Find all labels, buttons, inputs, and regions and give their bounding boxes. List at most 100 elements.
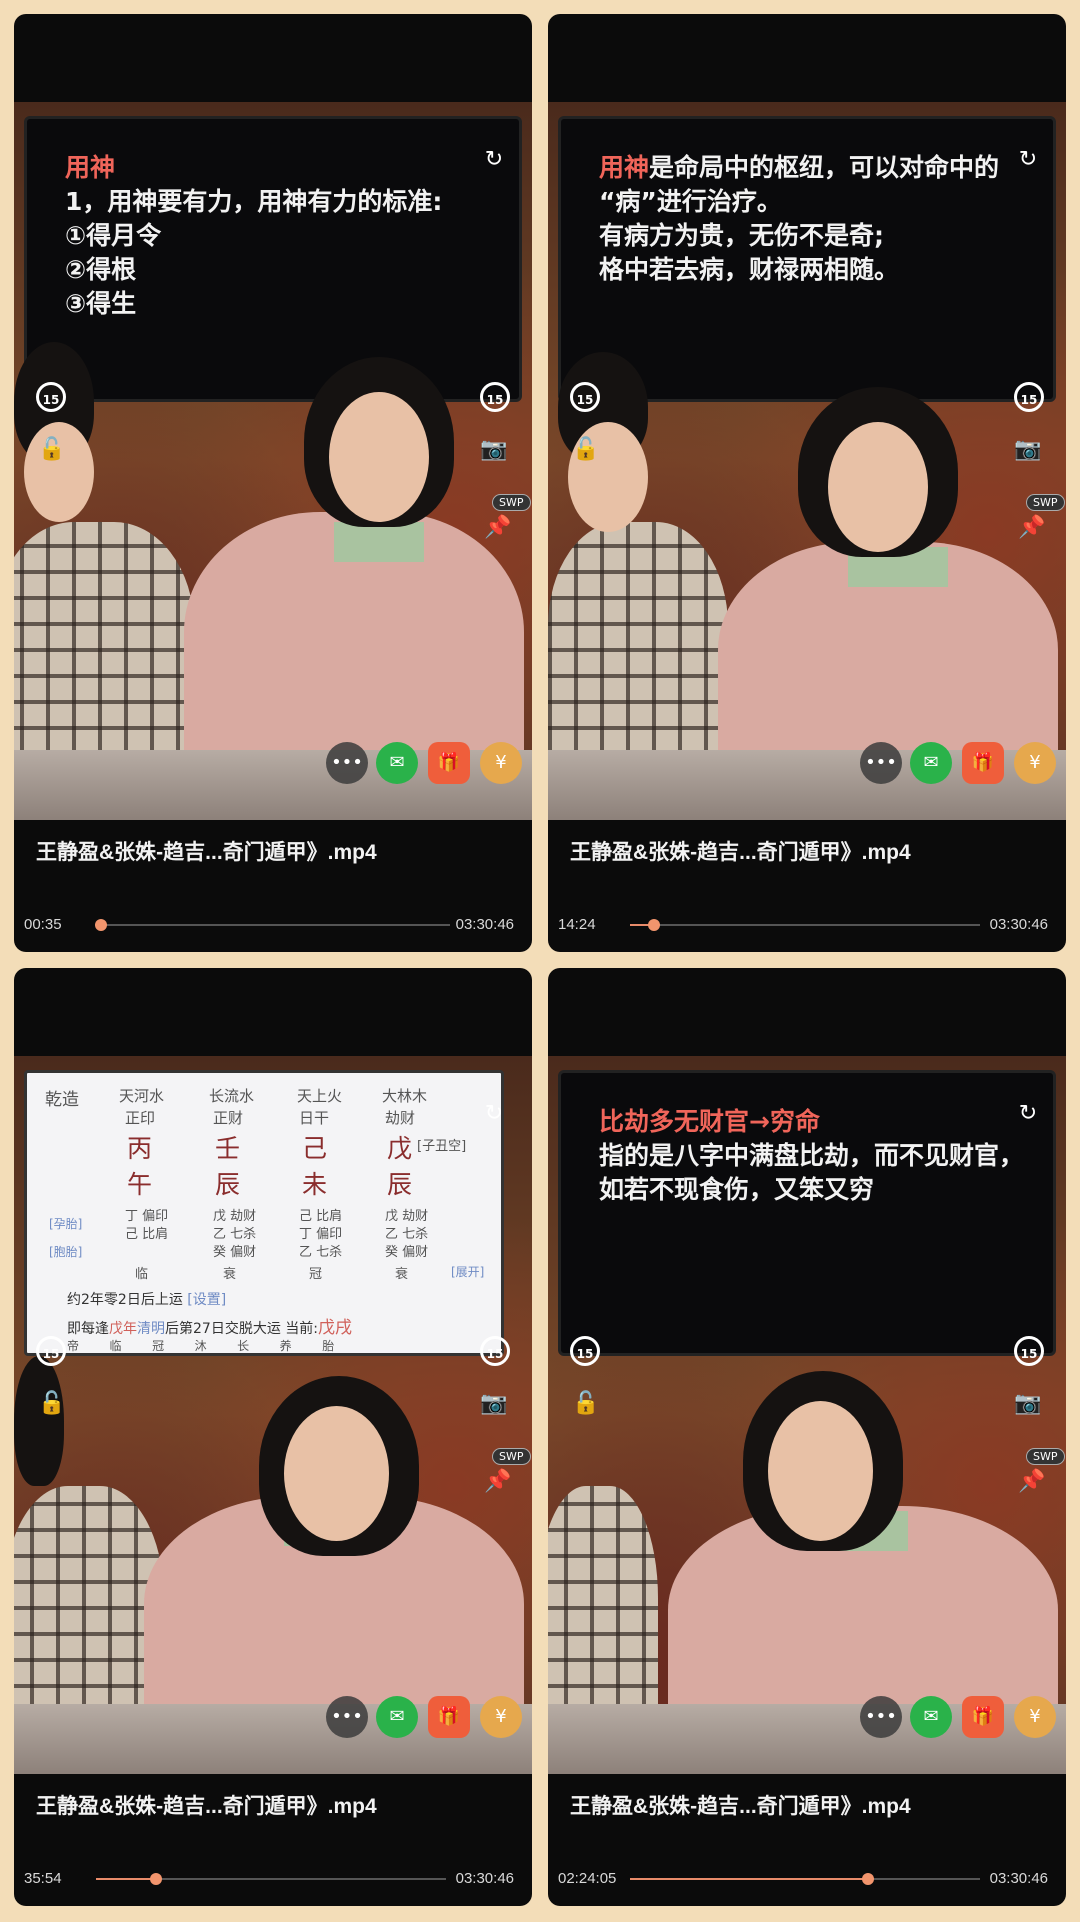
swp-badge[interactable]: SWP xyxy=(492,494,531,511)
video-frame[interactable]: 用神 1，用神要有力，用神有力的标准: ①得月令 ②得根 ③得生 ↻ 15 15… xyxy=(14,102,532,820)
unlock-icon[interactable]: 🔓 xyxy=(34,1386,70,1422)
video-frame[interactable]: 乾造 天河水 长流水 天上火 大林木 正印 正财 日干 劫财 丙 壬 己 戊 [… xyxy=(14,1056,532,1774)
bazi-stem: 壬 xyxy=(215,1134,241,1163)
screen-line-text: ③得生 xyxy=(65,289,137,318)
video-card[interactable]: 用神是命局中的枢纽，可以对命中的 “病”进行治疗。 有病方为贵，无伤不是奇; 格… xyxy=(548,14,1066,952)
pin-icon[interactable]: 📌 xyxy=(480,1464,516,1500)
unlock-icon[interactable]: 🔓 xyxy=(568,432,604,468)
screen-line: 用神是命局中的枢纽，可以对命中的 xyxy=(599,151,1025,185)
more-button[interactable]: ••• xyxy=(326,1696,368,1738)
gift-icon[interactable]: 🎁 xyxy=(428,1696,470,1738)
bottom-cell: 帝 xyxy=(67,1339,80,1353)
bazi-hidden: 丁 偏印 xyxy=(125,1209,169,1224)
bazi-stem: 丙 xyxy=(127,1134,153,1163)
replay-back-icon[interactable]: 15 xyxy=(570,382,600,412)
bazi-hidden: 癸 偏财 xyxy=(213,1245,257,1260)
bottom-cell: 冠 xyxy=(152,1339,165,1353)
replay-forward-icon[interactable]: 15 xyxy=(1014,382,1044,412)
progress-thumb[interactable] xyxy=(149,1873,162,1885)
wechat-icon[interactable]: ✉ xyxy=(376,742,418,784)
rotate-arrow-icon[interactable]: ↻ xyxy=(476,1096,512,1132)
luck-settings-link[interactable]: [设置] xyxy=(187,1292,226,1308)
rotate-arrow-icon[interactable]: ↻ xyxy=(1010,1096,1046,1132)
video-card[interactable]: 用神 1，用神要有力，用神有力的标准: ①得月令 ②得根 ③得生 ↻ 15 15… xyxy=(14,14,532,952)
person-right-collar xyxy=(334,522,424,562)
unlock-icon[interactable]: 🔓 xyxy=(568,1386,604,1422)
more-button[interactable]: ••• xyxy=(860,1696,902,1738)
coin-icon[interactable]: ¥ xyxy=(480,1696,522,1738)
current-time: 14:24 xyxy=(558,916,596,933)
bazi-stem: 戊 xyxy=(387,1134,413,1163)
gift-icon[interactable]: 🎁 xyxy=(428,742,470,784)
progress-bar[interactable] xyxy=(630,1873,980,1885)
total-time: 03:30:46 xyxy=(989,916,1048,933)
coin-icon[interactable]: ¥ xyxy=(480,742,522,784)
coin-icon[interactable]: ¥ xyxy=(1014,742,1056,784)
total-time: 03:30:46 xyxy=(989,1870,1048,1887)
video-frame[interactable]: 用神是命局中的枢纽，可以对命中的 “病”进行治疗。 有病方为贵，无伤不是奇; 格… xyxy=(548,102,1066,820)
screen-line-text: 是命局中的枢纽，可以对命中的 xyxy=(649,153,1000,182)
bazi-nayin: 长流水 xyxy=(209,1087,255,1105)
rotate-arrow-icon[interactable]: ↻ xyxy=(476,142,512,178)
swp-badge[interactable]: SWP xyxy=(1026,1448,1065,1465)
video-frame[interactable]: 比劫多无财官→穷命 指的是八字中满盘比劫，而不见财官， 如若不现食伤，又笨又穷 … xyxy=(548,1056,1066,1774)
bazi-label: 乾造 xyxy=(45,1090,79,1110)
bazi-shishen: 劫财 xyxy=(385,1109,416,1127)
screen-line-text: “病”进行治疗。 xyxy=(599,187,782,216)
video-card[interactable]: 比劫多无财官→穷命 指的是八字中满盘比劫，而不见财官， 如若不现食伤，又笨又穷 … xyxy=(548,968,1066,1906)
progress-bar[interactable] xyxy=(95,919,450,931)
bottom-cell: 长 xyxy=(237,1339,250,1353)
coin-icon[interactable]: ¥ xyxy=(1014,1696,1056,1738)
wechat-icon[interactable]: ✉ xyxy=(376,1696,418,1738)
bazi-nayin: 天上火 xyxy=(297,1087,343,1105)
video-card[interactable]: 乾造 天河水 长流水 天上火 大林木 正印 正财 日干 劫财 丙 壬 己 戊 [… xyxy=(14,968,532,1906)
screen-line-text: 如若不现食伤，又笨又穷 xyxy=(599,1175,875,1204)
bazi-shishen: 正印 xyxy=(125,1109,156,1127)
bottom-cell: 胎 xyxy=(322,1339,335,1353)
bazi-stage: 冠 xyxy=(309,1267,323,1282)
jiaoyun-year: 戊年 xyxy=(109,1321,137,1337)
progress-bar[interactable] xyxy=(96,1873,446,1885)
jiaoyun-pre: 即每逢 xyxy=(67,1321,109,1337)
more-button[interactable]: ••• xyxy=(326,742,368,784)
unlock-icon[interactable]: 🔓 xyxy=(34,432,70,468)
current-luck: 戊戌 xyxy=(317,1318,352,1338)
replay-back-icon[interactable]: 15 xyxy=(570,1336,600,1366)
swp-badge[interactable]: SWP xyxy=(1026,494,1065,511)
replay-forward-icon[interactable]: 15 xyxy=(480,382,510,412)
gift-icon[interactable]: 🎁 xyxy=(962,742,1004,784)
gift-icon[interactable]: 🎁 xyxy=(962,1696,1004,1738)
wechat-icon[interactable]: ✉ xyxy=(910,1696,952,1738)
bottom-cell: 沐 xyxy=(194,1339,207,1353)
bazi-branch: 未 xyxy=(302,1170,328,1199)
rotate-arrow-icon[interactable]: ↻ xyxy=(1010,142,1046,178)
swp-badge[interactable]: SWP xyxy=(492,1448,531,1465)
more-button[interactable]: ••• xyxy=(860,742,902,784)
bazi-chart-screen: 乾造 天河水 长流水 天上火 大林木 正印 正财 日干 劫财 丙 壬 己 戊 [… xyxy=(24,1070,504,1356)
bazi-side-label: [展开] xyxy=(451,1265,485,1279)
pin-icon[interactable]: 📌 xyxy=(1014,1464,1050,1500)
progress-thumb[interactable] xyxy=(647,919,660,931)
replay-back-icon[interactable]: 15 xyxy=(36,1336,66,1366)
camera-icon[interactable]: 📷 xyxy=(476,1386,512,1422)
camera-icon[interactable]: 📷 xyxy=(476,432,512,468)
camera-icon[interactable]: 📷 xyxy=(1010,1386,1046,1422)
luck-line-text: 约2年零2日后上运 xyxy=(67,1292,183,1308)
screen-line-text: ①得月令 xyxy=(65,221,162,250)
progress-bar[interactable] xyxy=(630,919,980,931)
progress-thumb[interactable] xyxy=(862,1873,874,1885)
screen-line: 如若不现食伤，又笨又穷 xyxy=(599,1173,1025,1207)
replay-back-icon[interactable]: 15 xyxy=(36,382,66,412)
wechat-icon[interactable]: ✉ xyxy=(910,742,952,784)
replay-forward-icon[interactable]: 15 xyxy=(1014,1336,1044,1366)
progress-thumb[interactable] xyxy=(95,919,108,931)
bazi-hidden: 乙 七杀 xyxy=(385,1227,429,1242)
bazi-stem: 己 xyxy=(302,1134,328,1163)
pin-icon[interactable]: 📌 xyxy=(1014,510,1050,546)
bazi-bottom-row: 帝 临 冠 沐 长 养 胎 xyxy=(67,1337,334,1354)
bazi-hidden: 己 比肩 xyxy=(125,1227,169,1242)
pin-icon[interactable]: 📌 xyxy=(480,510,516,546)
replay-forward-icon[interactable]: 15 xyxy=(480,1336,510,1366)
bazi-hidden: 戊 劫财 xyxy=(213,1209,257,1224)
camera-icon[interactable]: 📷 xyxy=(1010,432,1046,468)
